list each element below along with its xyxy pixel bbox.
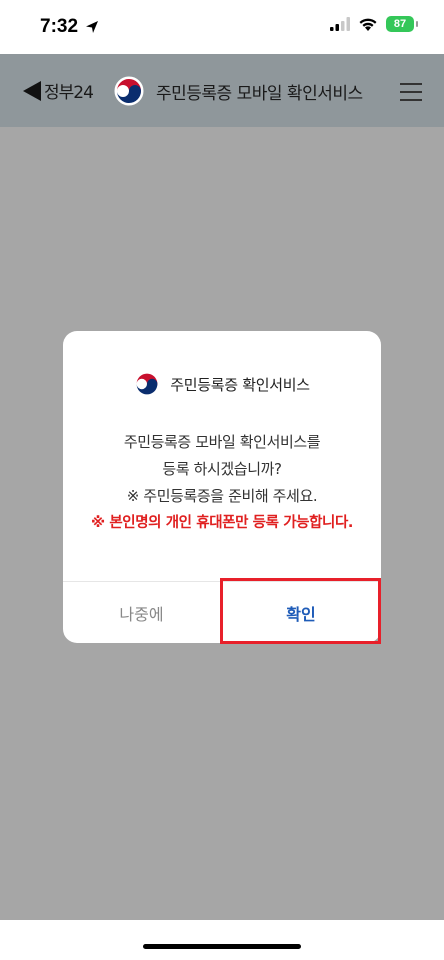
government-emblem-icon [114,76,144,106]
back-label: 정부24 [44,83,94,103]
header-title-group: 주민등록증 모바일 확인서비스 [114,76,363,106]
back-button[interactable]: 정부24 [22,78,94,103]
battery-level: 87 [393,18,407,30]
status-time-text: 7:32 [40,16,79,37]
status-time: 7:32 [40,16,100,38]
bottom-bar [0,920,444,960]
hamburger-menu-icon[interactable] [400,83,422,101]
status-bar: 7:32 87 [0,0,444,54]
dialog-message-line: 주민등록증 모바일 확인서비스를 [123,433,321,451]
dialog-message-line: ※ 주민등록증을 준비해 주세요. [126,487,318,505]
later-button[interactable]: 나중에 [63,582,221,643]
government-emblem-icon [136,373,158,395]
dialog-title: 주민등록증 확인서비스 [170,375,310,394]
confirm-highlight-box [220,578,381,644]
app-header: 정부24 주민등록증 모바일 확인서비스 [0,54,444,127]
battery-icon: 87 [386,16,418,32]
back-triangle-icon [23,80,41,101]
location-arrow-icon [86,21,99,33]
wifi-icon [359,18,377,31]
dialog-message-line: 등록 하시겠습니까? [162,460,282,478]
home-indicator[interactable] [143,944,301,949]
status-icons: 87 [330,16,418,32]
cellular-signal-icon [330,17,350,31]
dialog-header: 주민등록증 확인서비스 [63,371,381,397]
dialog-message: 주민등록증 모바일 확인서비스를 등록 하시겠습니까? ※ 주민등록증을 준비해… [63,429,381,537]
header-title: 주민등록증 모바일 확인서비스 [156,83,363,104]
dialog-warning: ※ 본인명의 개인 휴대폰만 등록 가능합니다. [90,515,354,531]
